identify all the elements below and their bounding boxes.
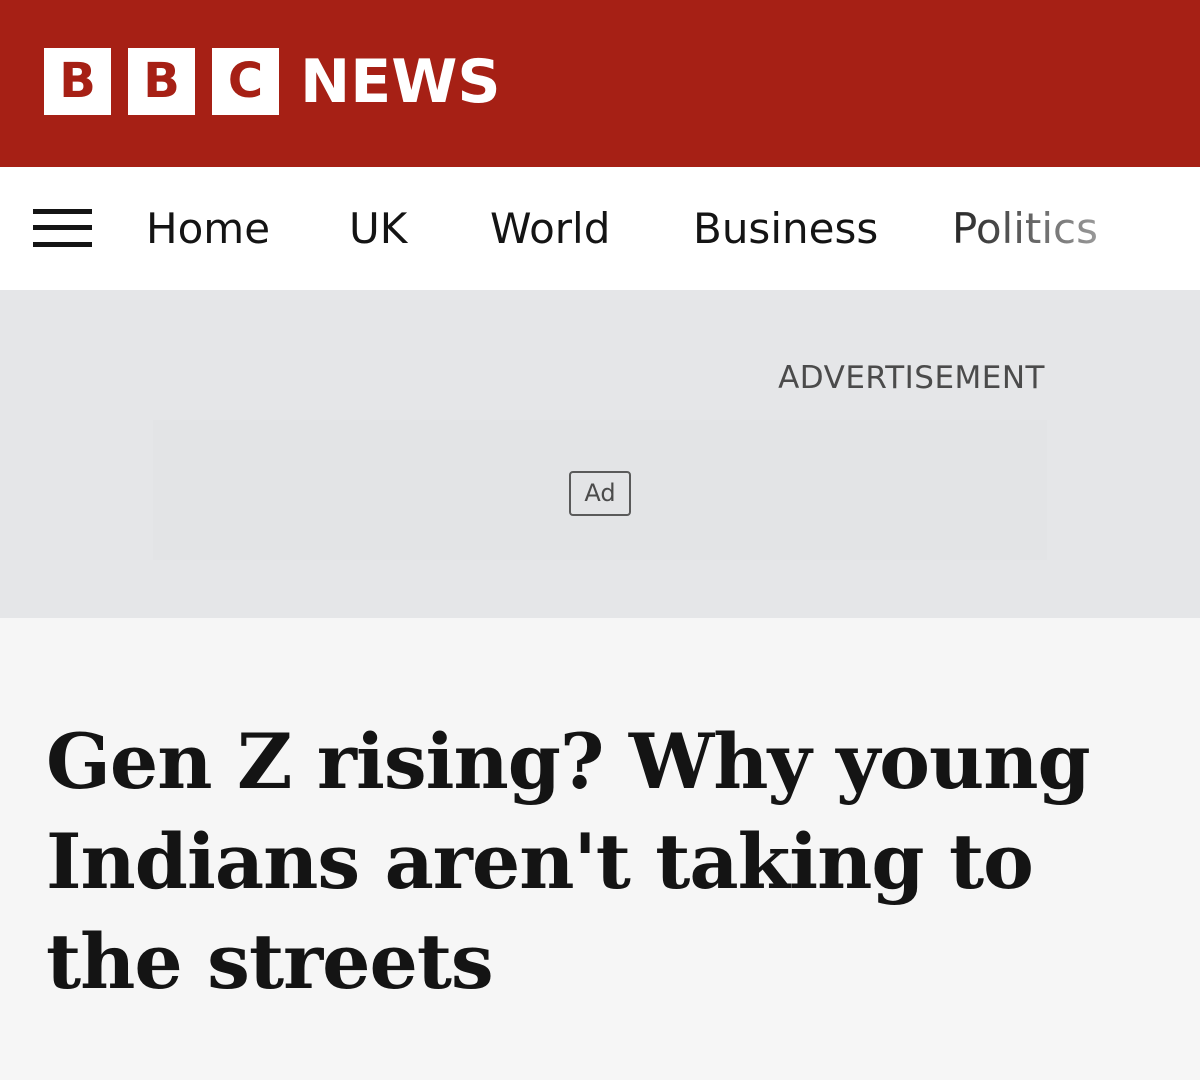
hamburger-line [33,242,92,247]
hamburger-menu-icon[interactable] [33,209,92,247]
section-nav: Home UK World Business Politics [0,167,1200,290]
hamburger-line [33,225,92,230]
news-wordmark[interactable]: NEWS [300,44,501,120]
advertisement-area: ADVERTISEMENT Ad [0,290,1200,618]
nav-item-politics[interactable]: Politics [952,167,1098,290]
masthead: B B C NEWS [0,0,1200,167]
nav-item-home[interactable]: Home [146,167,270,290]
ad-badge: Ad [569,471,631,516]
hamburger-line [33,209,92,214]
nav-item-business[interactable]: Business [693,167,878,290]
bbc-logo[interactable]: B B C [44,48,279,115]
nav-item-world[interactable]: World [490,167,610,290]
advertisement-label: ADVERTISEMENT [778,360,1045,396]
article-headline: Gen Z rising? Why young Indians aren't t… [46,717,1091,1006]
article: Gen Z rising? Why young Indians aren't t… [0,618,1200,1080]
nav-edge [1182,167,1200,290]
nav-item-uk[interactable]: UK [349,167,407,290]
logo-letter-b1: B [44,48,111,115]
logo-letter-c: C [212,48,279,115]
logo-letter-b2: B [128,48,195,115]
